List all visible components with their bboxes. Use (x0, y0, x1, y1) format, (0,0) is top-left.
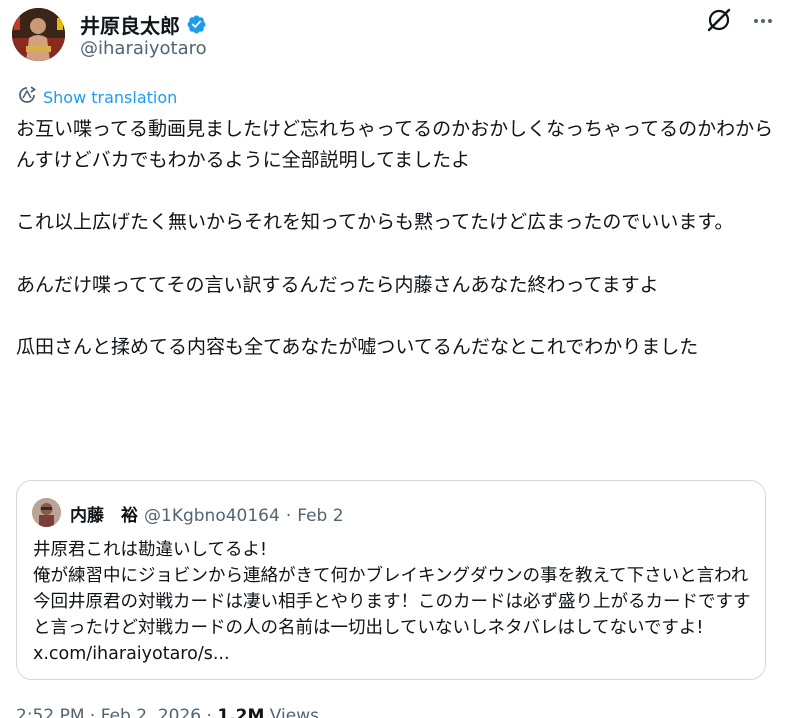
author-handle[interactable]: @iharaiyotaro (80, 38, 207, 59)
author-avatar[interactable] (12, 8, 65, 61)
quoted-author-avatar[interactable] (32, 498, 61, 527)
quoted-tweet[interactable]: 内藤 裕 @1Kgbno40164 · Feb 2 井原君これは勘違いしてるよ!… (16, 480, 766, 680)
quoted-handle[interactable]: @1Kgbno40164 (144, 506, 280, 526)
tweet-text: お互い喋ってる動画見ましたけど忘れちゃってるのかおかしくなっちゃってるのかわから… (16, 114, 786, 395)
quoted-date[interactable]: Feb 2 (297, 506, 343, 526)
tweet-paragraph: これ以上広げたく無いからそれを知ってからも黙ってたけど広まったのでいいます。 (16, 211, 734, 233)
tweet-page: 井原良太郎 @iharaiyotaro Show translation お互い… (0, 0, 800, 718)
tweet-time[interactable]: 2:52 PM (16, 706, 85, 718)
quoted-header: 内藤 裕 @1Kgbno40164 · Feb 2 (70, 501, 344, 526)
quoted-display-name[interactable]: 内藤 裕 (70, 501, 138, 526)
tweet-paragraph: あんだけ喋っててその言い訳するんだったら内藤さんあなた終わってますよ (16, 273, 659, 296)
author-display-name[interactable]: 井原良太郎 (80, 10, 180, 39)
views-label: Views (269, 706, 319, 718)
tweet-date[interactable]: Feb 2, 2026 (101, 706, 201, 718)
quoted-line: 俺が練習中にジョビンから連絡がきて何かブレイキングダウンの事を教えて下さいと言わ… (33, 566, 751, 664)
quoted-line: 井原君これは勘違いしてるよ! (33, 540, 267, 560)
more-options-icon[interactable] (748, 8, 778, 34)
author-name-row: 井原良太郎 (80, 10, 207, 39)
tweet-paragraph: お互い喋ってる動画見ましたけど忘れちゃってるのかおかしくなっちゃってるのかわから… (16, 118, 774, 171)
tweet-meta: 2:52 PM · Feb 2, 2026 · 1.2M Views (16, 706, 319, 718)
translate-icon (17, 85, 37, 109)
show-translation-label: Show translation (43, 87, 178, 107)
quoted-separator: · (285, 506, 292, 526)
show-translation-link[interactable]: Show translation (17, 85, 177, 109)
views-count: 1.2M (217, 706, 265, 718)
tweet-paragraph: 瓜田さんと揉めてる内容も全てあなたが嘘ついてるんだなとこれでわかりました (16, 336, 699, 358)
quoted-text: 井原君これは勘違いしてるよ! 俺が練習中にジョビンから連絡がきて何かブレイキング… (33, 537, 758, 667)
grok-icon[interactable] (706, 7, 732, 33)
verified-badge-icon (186, 14, 207, 35)
